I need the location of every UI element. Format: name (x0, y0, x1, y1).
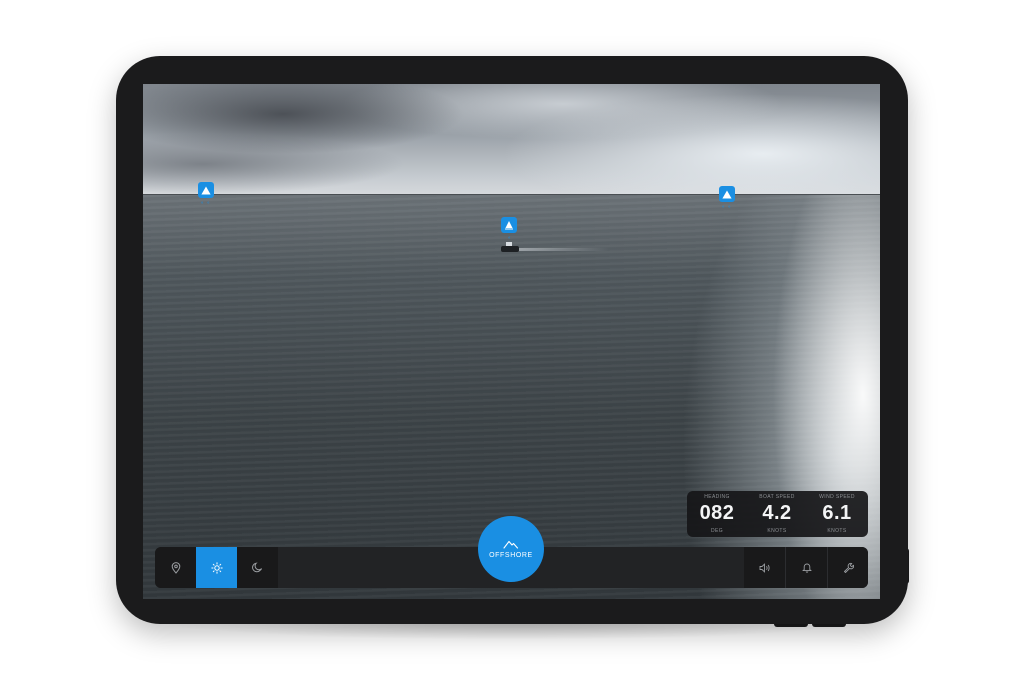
heading-unit: DEG (710, 528, 724, 534)
boat-wake (519, 248, 609, 251)
sound-button[interactable] (744, 547, 785, 588)
location-pin-icon (171, 561, 180, 574)
sky (143, 84, 880, 196)
boat-speed-label: BOAT SPEED (759, 494, 795, 500)
heading-label: HEADING (704, 494, 730, 500)
sail-icon (505, 221, 513, 230)
offshore-label: OFFSHORE (489, 552, 533, 559)
offshore-mode-button[interactable]: OFFSHORE (478, 516, 544, 582)
display-mode-group (155, 547, 278, 588)
boat-speed-value: 4.2 (762, 502, 792, 524)
speaker-icon (759, 562, 770, 573)
wind-speed-unit: KNOTS (827, 528, 847, 534)
heading-metric: HEADING 082 DEG (687, 491, 747, 537)
camera-view[interactable]: ° ° ° ° ° HEADING 082 DEG BOAT SPEED 4.2… (143, 84, 880, 599)
wind-speed-value: 6.1 (822, 502, 852, 524)
controls-group (744, 547, 868, 588)
wind-speed-label: WIND SPEED (819, 494, 855, 500)
location-button[interactable] (155, 547, 196, 588)
day-mode-button[interactable] (196, 547, 237, 588)
sail-marker-center[interactable] (501, 217, 517, 233)
wind-speed-metric: WIND SPEED 6.1 KNOTS (807, 491, 867, 537)
warning-icon (722, 190, 732, 198)
heading-value: 082 (699, 502, 735, 524)
boat (501, 242, 519, 252)
mountain-icon (503, 540, 519, 549)
marker-sub-label: ° ° (722, 206, 732, 212)
telemetry-panel: HEADING 082 DEG BOAT SPEED 4.2 KNOTS WIN… (687, 491, 868, 537)
night-mode-button[interactable] (237, 547, 278, 588)
moon-icon (252, 562, 263, 573)
boat-speed-metric: BOAT SPEED 4.2 KNOTS (747, 491, 807, 537)
bell-icon (801, 563, 812, 573)
settings-button[interactable] (828, 547, 869, 588)
warning-icon (201, 186, 211, 194)
wrench-icon (844, 562, 854, 573)
marker-sub-label: ° ° (201, 202, 211, 208)
boat-speed-unit: KNOTS (767, 528, 787, 534)
warning-marker-right[interactable] (719, 186, 735, 202)
marker-sub-label: ° (508, 237, 512, 243)
sun-icon (210, 561, 223, 574)
alerts-button[interactable] (786, 547, 827, 588)
warning-marker-left[interactable] (198, 182, 214, 198)
